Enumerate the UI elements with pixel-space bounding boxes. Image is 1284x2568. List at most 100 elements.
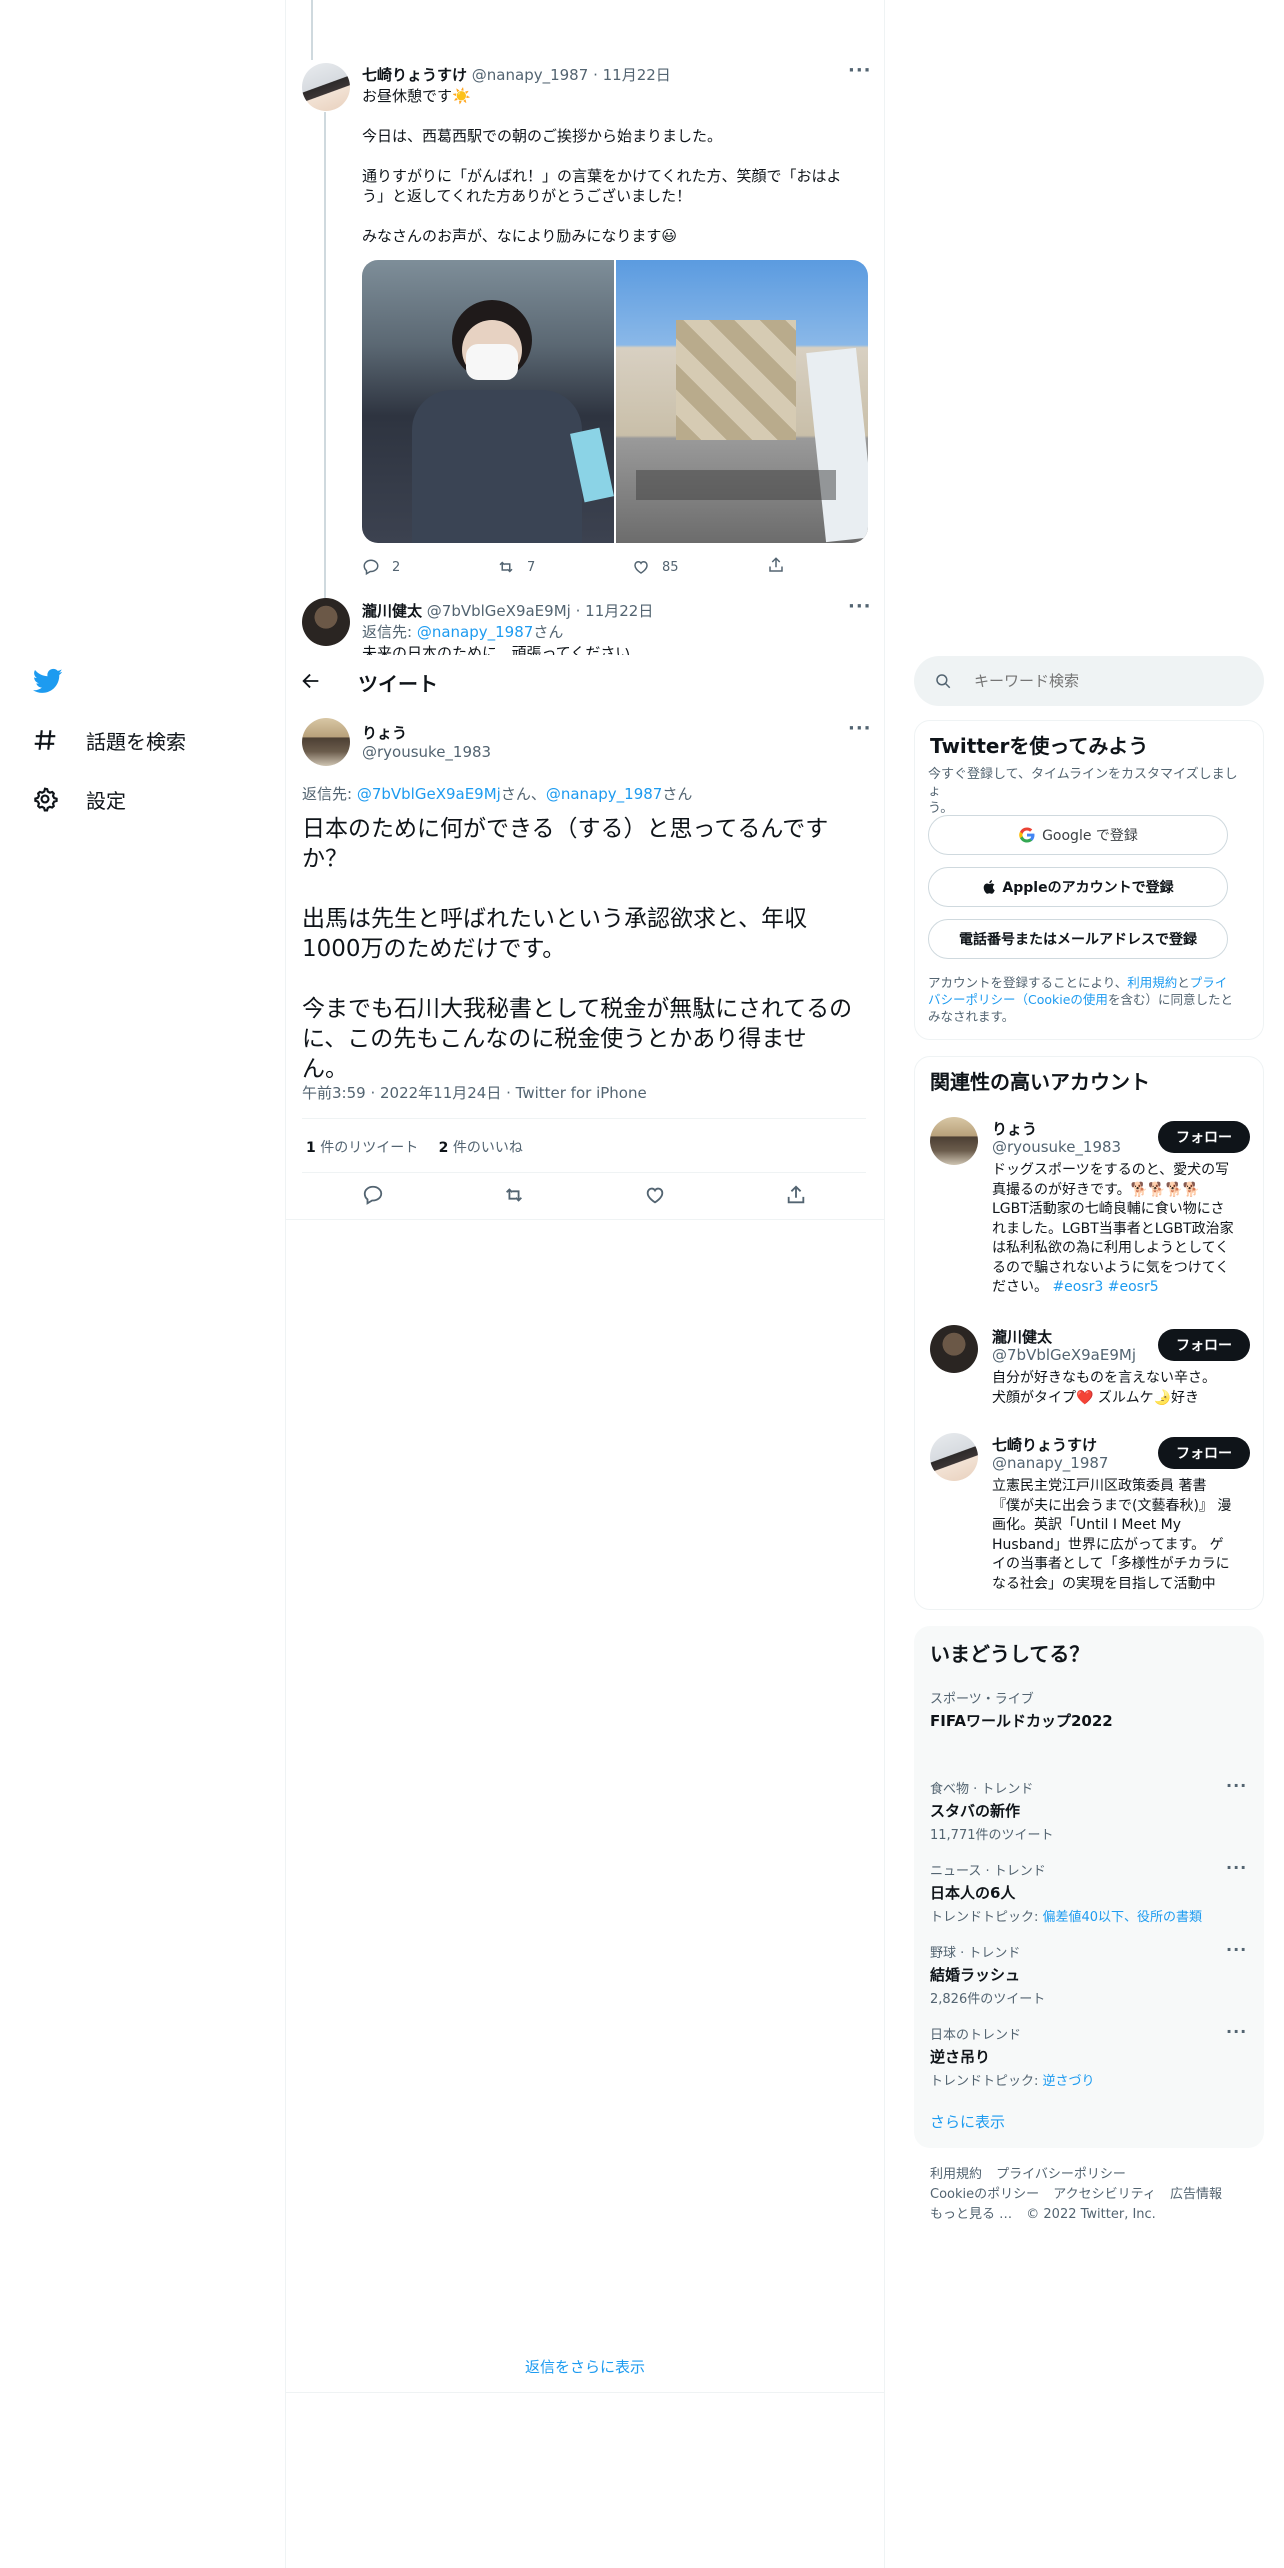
avatar[interactable]: [302, 598, 350, 646]
follow-button[interactable]: フォロー: [1158, 1329, 1250, 1361]
tweet-line: 出馬は先生と呼ばれたいという承認欲求と、年収: [302, 906, 808, 932]
hashtag-icon: [32, 727, 58, 753]
tweet-photo[interactable]: [362, 260, 614, 543]
follow-button[interactable]: フォロー: [1158, 1121, 1250, 1153]
hashtag-link[interactable]: #eosr3 #eosr5: [1052, 1279, 1158, 1295]
tweet-line: か？: [302, 846, 348, 872]
tweet-timestamp[interactable]: 午前3:59 · 2022年11月24日 · Twitter for iPhon…: [302, 1082, 647, 1103]
terms-link[interactable]: 利用規約: [1127, 975, 1177, 990]
tweet-media[interactable]: [362, 260, 868, 543]
account-handle[interactable]: @7bVblGeX9aE9Mj: [992, 1346, 1136, 1364]
like-button[interactable]: [644, 1184, 666, 1210]
follow-label: フォロー: [1176, 1130, 1232, 1146]
retweet-count: 1: [306, 1140, 316, 1156]
avatar[interactable]: [930, 1433, 978, 1481]
like-stat[interactable]: 2 件のいいね: [439, 1140, 523, 1156]
avatar[interactable]: [930, 1325, 978, 1373]
sidebar-item-label: 設定: [86, 788, 126, 813]
tweet-line: 未来の日本のために、頑張ってください: [362, 644, 631, 655]
user-handle[interactable]: @nanapy_1987: [472, 66, 588, 84]
signup-legal: アカウントを登録することにより、利用規約とプライ バシーポリシー（Cookieの…: [928, 974, 1248, 1025]
show-more-replies-label: 返信をさらに表示: [524, 2358, 645, 2376]
reply-to-link[interactable]: @nanapy_1987: [417, 623, 533, 641]
tweet-text: お昼休憩です☀️ 今日は、西葛西駅での朝のご挨拶から始まりました。 通りすがりに…: [362, 86, 862, 246]
like-button[interactable]: 85: [632, 558, 767, 576]
account-name[interactable]: 七崎りょうすけ: [992, 1434, 1097, 1455]
follow-button[interactable]: フォロー: [1158, 1437, 1250, 1469]
retweet-stat[interactable]: 1 件のリツイート: [306, 1140, 418, 1156]
search-input[interactable]: [974, 672, 1234, 690]
share-button[interactable]: [767, 556, 785, 578]
trend-name: 逆さ吊り: [930, 2048, 991, 2066]
show-more-replies-button[interactable]: 返信をさらに表示: [286, 2356, 884, 2377]
follow-label: フォロー: [1176, 1446, 1232, 1462]
privacy-link[interactable]: バシーポリシー（Cookieの使用: [928, 992, 1108, 1007]
trend-item[interactable]: 日本のトレンド 逆さ吊り トレンドトピック: 逆さづり: [930, 2024, 1095, 2089]
account-handle[interactable]: @nanapy_1987: [992, 1454, 1108, 1472]
footer-ads-link[interactable]: 広告情報: [1170, 2187, 1222, 2202]
trend-item[interactable]: 食べ物 · トレンド スタバの新作 11,771件のツイート: [930, 1778, 1054, 1843]
avatar[interactable]: [302, 63, 350, 111]
user-handle[interactable]: @ryousuke_1983: [362, 743, 491, 761]
footer-privacy-link[interactable]: プライバシーポリシー: [996, 2167, 1126, 2182]
reply-button[interactable]: 2: [362, 558, 497, 576]
footer-accessibility-link[interactable]: アクセシビリティ: [1053, 2187, 1156, 2202]
trend-category: 食べ物 · トレンド: [930, 1782, 1034, 1797]
phone-email-signup-button[interactable]: 電話番号またはメールアドレスで登録: [928, 919, 1228, 959]
account-name[interactable]: りょう: [992, 1118, 1037, 1139]
reply-to-link[interactable]: @nanapy_1987: [546, 785, 662, 803]
share-button[interactable]: [785, 1184, 807, 1210]
back-arrow-icon[interactable]: [300, 670, 322, 696]
more-options-icon[interactable]: ···: [1226, 2022, 1247, 2041]
privacy-link[interactable]: プライ: [1190, 975, 1228, 990]
more-options-icon[interactable]: ···: [1226, 1858, 1247, 1877]
separator: ·: [593, 66, 598, 84]
tweet-line: 日本のために何ができる（する）と思ってるんです: [302, 816, 829, 842]
user-name[interactable]: 七崎りょうすけ: [362, 66, 467, 84]
sidebar-item-explore[interactable]: 話題を検索: [32, 720, 186, 760]
trend-topic-link[interactable]: 逆さづり: [1043, 2074, 1095, 2089]
search-bar[interactable]: [914, 656, 1264, 706]
account-name[interactable]: 瀧川健太: [992, 1326, 1052, 1347]
user-name[interactable]: りょう: [362, 722, 407, 743]
apple-signup-button[interactable]: Appleのアカウントで登録: [928, 867, 1228, 907]
reply-prefix: 返信先:: [302, 785, 357, 803]
trend-item[interactable]: 野球 · トレンド 結婚ラッシュ 2,826件のツイート: [930, 1942, 1045, 2007]
tweet-date[interactable]: 11月22日: [585, 602, 653, 620]
tweet-date[interactable]: 11月22日: [603, 66, 671, 84]
footer-more-link[interactable]: もっと見る …: [930, 2207, 1012, 2222]
retweet-button[interactable]: [503, 1184, 525, 1210]
legal-text: みなされます。: [928, 1009, 1015, 1024]
tweet-photo[interactable]: [616, 260, 868, 543]
user-handle[interactable]: @7bVblGeX9aE9Mj: [427, 602, 571, 620]
more-options-icon[interactable]: ···: [848, 596, 872, 617]
avatar[interactable]: [930, 1117, 978, 1165]
more-options-icon[interactable]: ···: [1226, 1776, 1247, 1795]
more-options-icon[interactable]: ···: [848, 718, 872, 739]
divider: [302, 1118, 866, 1119]
show-more-trends-link[interactable]: さらに表示: [930, 2111, 1005, 2132]
retweet-button[interactable]: 7: [497, 558, 632, 576]
more-options-icon[interactable]: ···: [1226, 1940, 1247, 1959]
trend-topic-link[interactable]: 偏差値40以下、役所の書類: [1043, 1910, 1203, 1925]
footer-terms-link[interactable]: 利用規約: [930, 2167, 982, 2182]
main-tweet-text: 日本のために何ができる（する）と思ってるんです か？ 出馬は先生と呼ばれたいとい…: [302, 814, 882, 1084]
more-options-icon[interactable]: ···: [848, 60, 872, 81]
reply-button[interactable]: [362, 1184, 384, 1210]
tweet-line: みなさんのお声が、なにより励みになります😃: [362, 227, 678, 245]
footer-cookie-link[interactable]: Cookieのポリシー: [930, 2187, 1039, 2202]
twitter-logo-icon[interactable]: [32, 666, 64, 696]
reply-to-link[interactable]: @7bVblGeX9aE9Mj: [357, 785, 501, 803]
avatar[interactable]: [302, 718, 350, 766]
page-title: ツイート: [358, 672, 438, 696]
google-signup-button[interactable]: Google で登録: [928, 815, 1228, 855]
trend-item[interactable]: ニュース · トレンド 日本人の6人 トレンドトピック: 偏差値40以下、役所の…: [930, 1860, 1202, 1925]
trend-item[interactable]: スポーツ・ライブ FIFAワールドカップ2022: [930, 1688, 1113, 1731]
account-handle[interactable]: @ryousuke_1983: [992, 1138, 1121, 1156]
sidebar-item-settings[interactable]: 設定: [32, 779, 126, 819]
user-name[interactable]: 瀧川健太: [362, 602, 422, 620]
separator: ·: [575, 602, 581, 620]
heart-icon: [634, 560, 648, 574]
tweet-line: 今日は、西葛西駅での朝のご挨拶から始まりました。: [362, 127, 723, 145]
tweet-text-partial: 未来の日本のために、頑張ってください: [362, 643, 862, 655]
